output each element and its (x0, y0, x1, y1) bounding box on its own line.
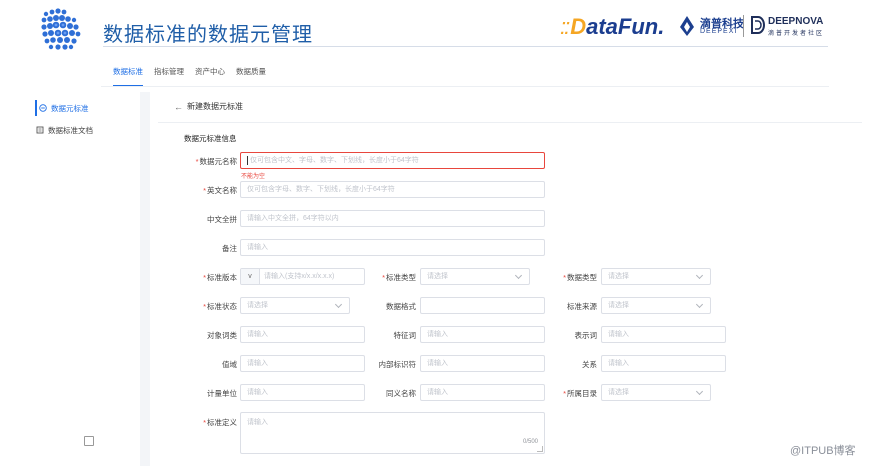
object-word-input[interactable]: 请输入 (240, 326, 365, 343)
synonym-label: 同义名称 (386, 389, 416, 398)
english-name-input[interactable]: 仅可包含字母、数字、下划线，长度小于64字符 (240, 181, 545, 198)
slide-header: 数据标准的数据元管理 ::DataFun. 滴普科技 DEEPEXI DEEPN… (0, 0, 889, 60)
header-divider (158, 122, 862, 123)
watermark: @ITPUB博客 (790, 445, 856, 457)
std-type-label: *标准类型 (382, 273, 416, 282)
feature-word-input[interactable]: 请输入 (420, 326, 545, 343)
sidebar-item-data-element-standard[interactable]: 数据元标准 (35, 100, 89, 116)
brand-separator (743, 15, 744, 37)
tab-data-quality[interactable]: 数据质量 (236, 66, 266, 86)
text-cursor (247, 155, 248, 165)
std-type-select[interactable]: 请选择 (420, 268, 530, 285)
top-nav-tabs: 数据标准 指标管理 资产中心 数据质量 (113, 66, 277, 86)
data-format-input[interactable] (420, 297, 545, 314)
relation-input[interactable]: 请输入 (601, 355, 726, 372)
std-source-select[interactable]: 请选择 (601, 297, 711, 314)
value-domain-label: 值域 (222, 360, 237, 369)
std-status-select[interactable]: 请选择 (240, 297, 350, 314)
express-word-label: 表示词 (574, 331, 598, 340)
char-counter: 0/500 (522, 439, 538, 445)
data-element-name-input[interactable]: 仅可包含中文、字母、数字、下划线，长度小于64字符 (240, 152, 545, 169)
title-divider (103, 46, 828, 47)
circle-minus-icon (39, 104, 47, 112)
pinyin-label: 中文全拼 (207, 215, 237, 224)
std-source-label: 标准来源 (567, 302, 597, 311)
unit-input[interactable]: 请输入 (240, 384, 365, 401)
unit-label: 计量单位 (207, 389, 237, 398)
cube-logo-icon (41, 8, 81, 50)
deepexi-mark-icon (680, 16, 694, 36)
document-icon (36, 126, 44, 134)
datafun-logo-text: ataFun. (586, 14, 665, 39)
datafun-logo: ::DataFun. (560, 14, 664, 40)
pinyin-input[interactable]: 请输入中文全拼，64字符以内 (240, 210, 545, 227)
deepnova-sub: 滴普开发者社区 (768, 31, 825, 37)
value-domain-input[interactable]: 请输入 (240, 355, 365, 372)
catalog-select[interactable]: 请选择 (601, 384, 711, 401)
chevron-down-icon (695, 387, 704, 396)
sidebar-collapse-icon[interactable] (84, 436, 94, 446)
tab-metric-management[interactable]: 指标管理 (154, 66, 184, 86)
back-link[interactable]: ← 新建数据元标准 (174, 101, 243, 112)
datafun-logo-d: D (570, 14, 587, 39)
name-error-message: 不能为空 (241, 174, 266, 180)
sidebar-item-label: 数据标准文档 (48, 125, 93, 135)
tab-data-standard[interactable]: 数据标准 (113, 66, 143, 86)
section-title: 数据元标准信息 (184, 134, 237, 143)
tab-asset-center[interactable]: 资产中心 (195, 66, 225, 86)
definition-textarea[interactable]: 请输入 0/500 (240, 412, 545, 454)
resize-handle-icon[interactable] (537, 446, 543, 452)
name-label: *数据元名称 (195, 157, 237, 166)
deepnova-mark-icon (751, 16, 765, 34)
data-type-select[interactable]: 请选择 (601, 268, 711, 285)
note-input[interactable]: 请输入 (240, 239, 545, 256)
express-word-input[interactable]: 请输入 (601, 326, 726, 343)
page-title: 新建数据元标准 (187, 102, 243, 111)
datafun-logo-dots: :: (560, 14, 570, 39)
internal-id-input[interactable]: 请输入 (420, 355, 545, 372)
sidebar-gutter (140, 92, 150, 466)
slide-title: 数据标准的数据元管理 (103, 24, 313, 46)
data-format-label: 数据格式 (386, 302, 416, 311)
definition-label: *标准定义 (203, 418, 237, 427)
catalog-label: *所属目录 (563, 389, 597, 398)
tabs-divider (101, 86, 829, 87)
chevron-down-icon (334, 300, 343, 309)
main-panel: ← 新建数据元标准 数据元标准信息 *数据元名称 仅可包含中文、字母、数字、下划… (150, 92, 862, 466)
internal-id-label: 内部标识符 (378, 360, 417, 369)
deepexi-sub: DEEPEXI (700, 28, 738, 35)
relation-label: 关系 (582, 360, 597, 369)
note-label: 备注 (222, 244, 237, 253)
deepnova-name: DEEPNOVA (768, 16, 824, 27)
object-word-label: 对象词类 (207, 331, 237, 340)
std-status-label: *标准状态 (203, 302, 237, 311)
version-input[interactable]: v 请输入(支持x/x.x/x.x.x) (240, 268, 365, 285)
feature-word-label: 特征词 (393, 331, 417, 340)
chevron-down-icon (695, 300, 704, 309)
data-type-label: *数据类型 (563, 273, 597, 282)
chevron-down-icon (695, 271, 704, 280)
chevron-down-icon (514, 271, 523, 280)
back-arrow-icon: ← (174, 101, 183, 112)
definition-placeholder: 请输入 (247, 419, 268, 426)
version-label: *标准版本 (203, 273, 237, 282)
english-name-label: *英文名称 (203, 186, 237, 195)
version-prefix: v (241, 269, 260, 284)
sidebar-item-label: 数据元标准 (51, 103, 89, 113)
sidebar-item-standard-documents[interactable]: 数据标准文档 (36, 122, 93, 138)
sidebar: 数据元标准 数据标准文档 (30, 92, 140, 466)
version-placeholder: 请输入(支持x/x.x/x.x.x) (264, 273, 335, 280)
synonym-input[interactable]: 请输入 (420, 384, 545, 401)
